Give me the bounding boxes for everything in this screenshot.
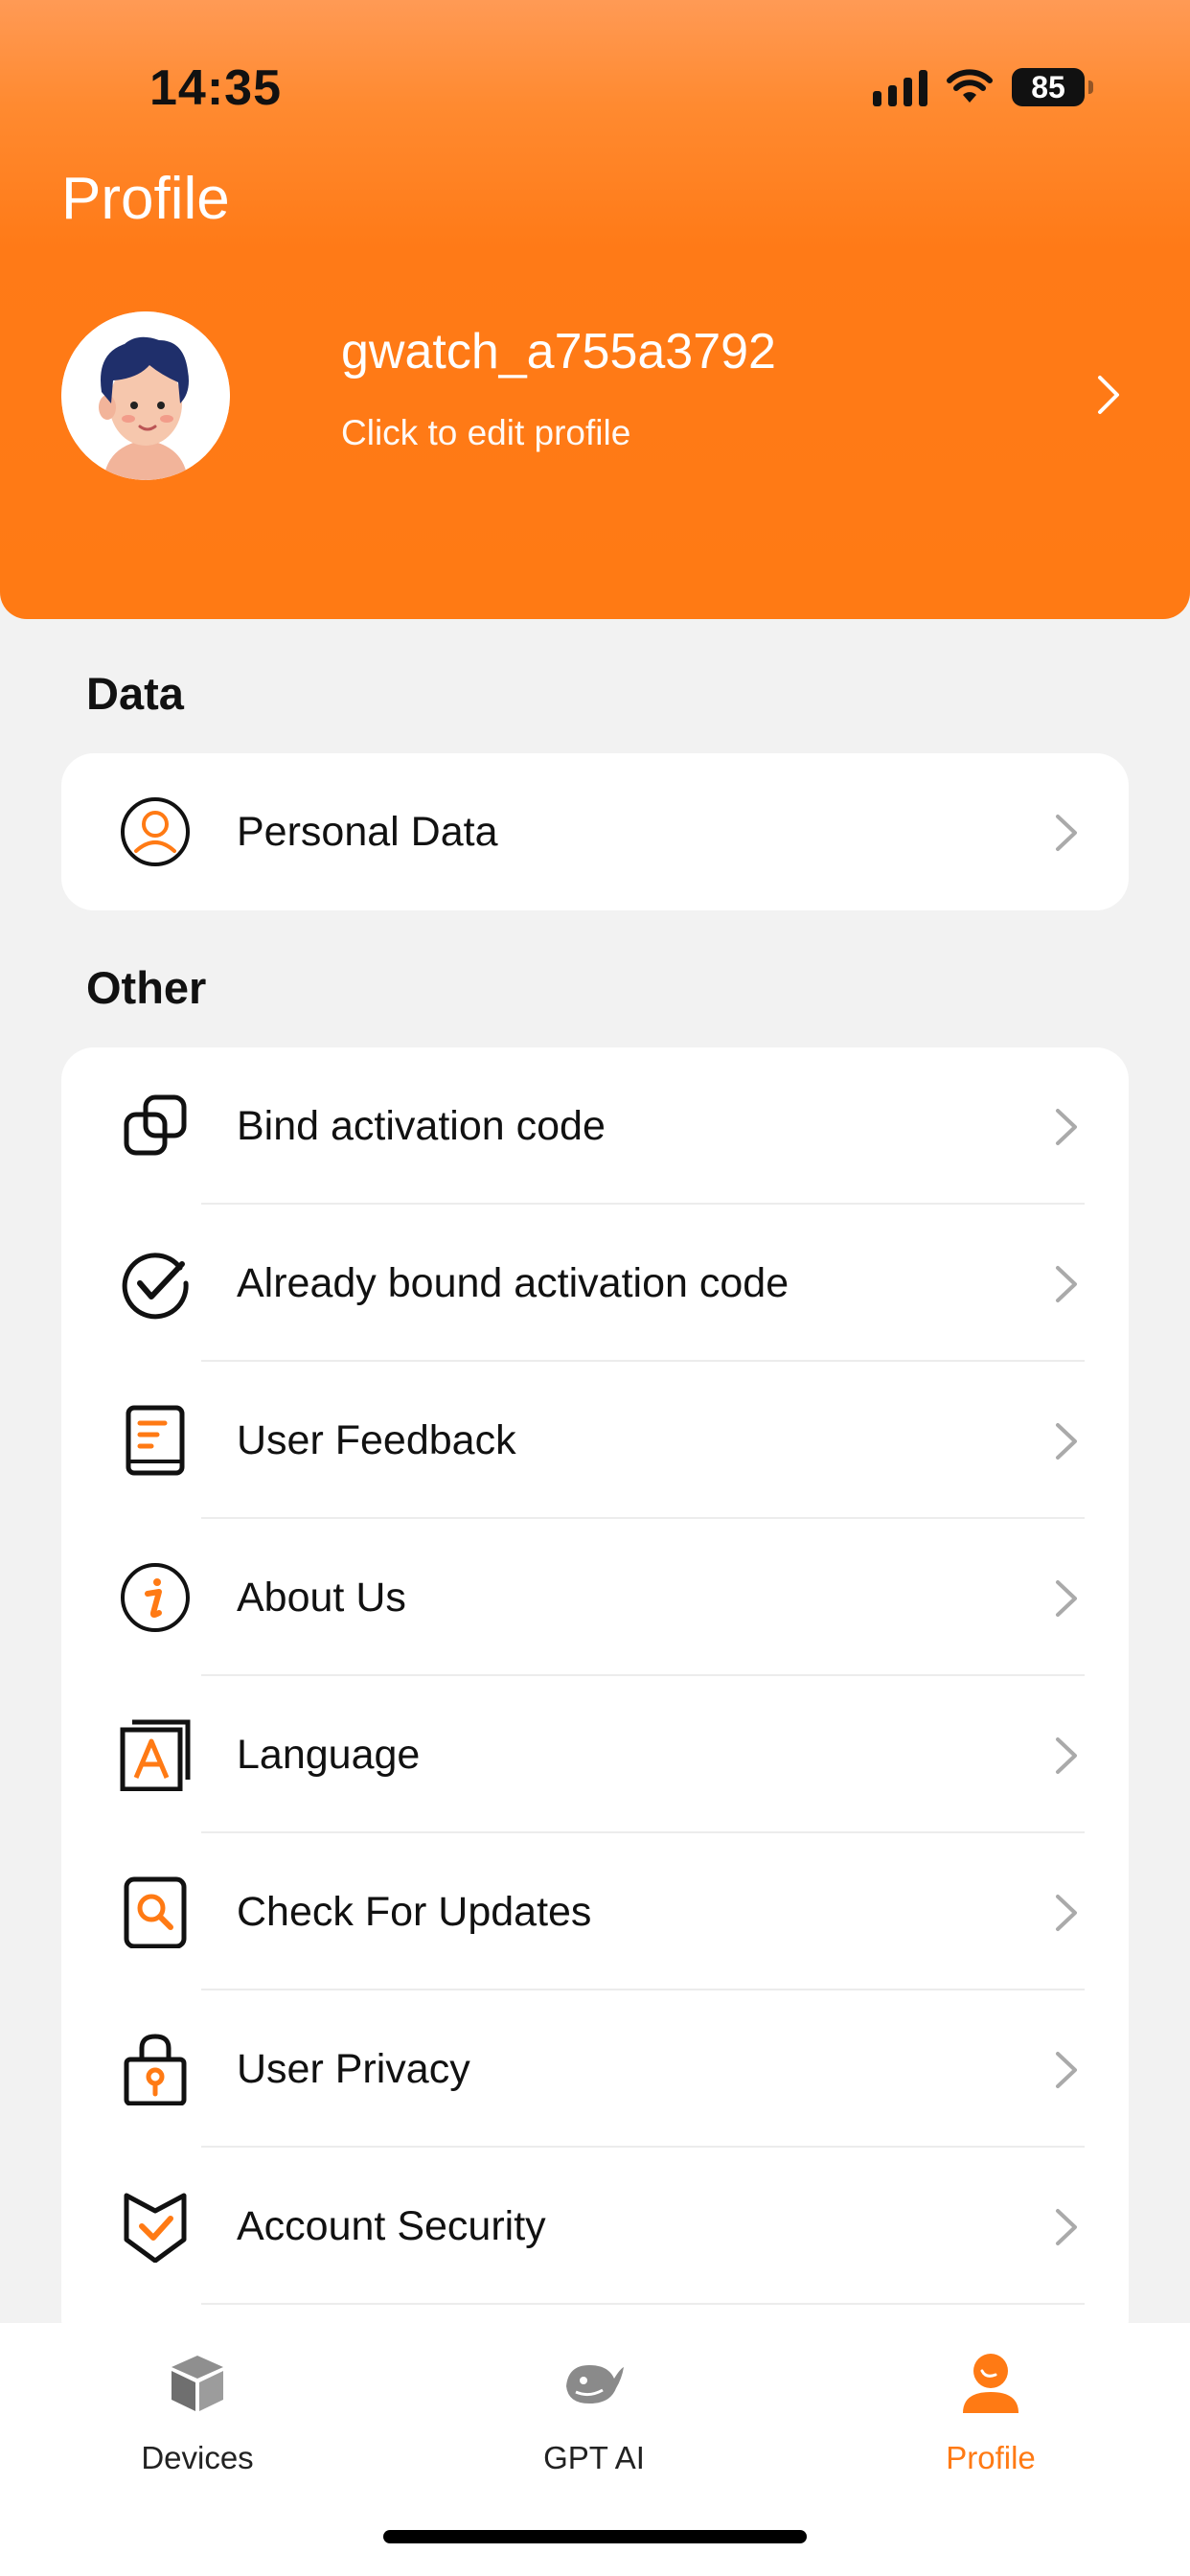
username: gwatch_a755a3792 (341, 324, 776, 380)
tab-devices[interactable]: Devices (82, 2350, 312, 2503)
chevron-right-icon (1056, 2052, 1077, 2088)
menu-item-user-privacy[interactable]: User Privacy (61, 1990, 1129, 2148)
menu-item-already-bound-activation-code[interactable]: Already bound activation code (61, 1205, 1129, 1362)
data-card: Personal Data (61, 753, 1129, 910)
tab-profile[interactable]: Profile (876, 2350, 1106, 2503)
section-title-other: Other (86, 962, 207, 1013)
menu-item-label: Personal Data (237, 808, 498, 855)
menu-item-label: Account Security (237, 2202, 546, 2249)
menu-item-label: Check For Updates (237, 1888, 592, 1935)
chevron-right-icon (1056, 1423, 1077, 1460)
menu-item-label: Language (237, 1731, 421, 1778)
person-circle-icon (121, 797, 190, 866)
profile-header: 14:35 85 Profile gwatch_a755a3792 Click … (0, 0, 1190, 619)
profile-screen: 14:35 85 Profile gwatch_a755a3792 Click … (0, 0, 1190, 2576)
search-update-icon (124, 1876, 187, 1948)
menu-item-personal-data[interactable]: Personal Data (61, 753, 1129, 910)
chevron-right-icon (1056, 1737, 1077, 1774)
chevron-right-icon (1056, 2209, 1077, 2245)
cellular-signal-icon (873, 68, 927, 106)
tab-label: GPT AI (543, 2440, 645, 2475)
feedback-document-icon (126, 1405, 185, 1476)
divider (201, 2303, 1085, 2305)
avatar[interactable] (61, 311, 230, 480)
menu-item-label: User Privacy (237, 2045, 470, 2092)
link-icon (124, 1094, 187, 1156)
chevron-right-icon (1056, 1109, 1077, 1145)
check-circle-icon (122, 1253, 189, 1320)
wifi-icon (947, 69, 993, 103)
user-icon (963, 2354, 1018, 2413)
box-icon (172, 2356, 223, 2411)
home-indicator[interactable] (383, 2530, 807, 2543)
menu-item-label: Bind activation code (237, 1102, 606, 1149)
menu-item-user-feedback[interactable]: User Feedback (61, 1362, 1129, 1519)
profile-card[interactable]: gwatch_a755a3792 Click to edit profile (61, 310, 1129, 481)
profile-text: gwatch_a755a3792 Click to edit profile (341, 324, 1129, 453)
menu-item-label: About Us (237, 1574, 406, 1621)
other-card: Bind activation code Already bound activ… (61, 1047, 1129, 2351)
avatar-cartoon-icon (61, 311, 230, 480)
menu-item-bind-activation-code[interactable]: Bind activation code (61, 1047, 1129, 1205)
chevron-right-icon (1056, 815, 1077, 851)
lock-icon (124, 2034, 187, 2105)
tab-label: Profile (946, 2440, 1036, 2475)
menu-item-about-us[interactable]: About Us (61, 1519, 1129, 1676)
info-icon (121, 1563, 190, 1632)
whale-icon (566, 2365, 624, 2404)
tab-label: Devices (141, 2440, 254, 2475)
chevron-right-icon (1056, 1580, 1077, 1617)
status-time: 14:35 (149, 60, 282, 116)
language-icon (120, 1719, 191, 1791)
battery-indicator: 85 (1012, 68, 1093, 106)
menu-item-label: Already bound activation code (237, 1259, 790, 1306)
chevron-right-icon (1056, 1895, 1077, 1931)
menu-item-label: User Feedback (237, 1416, 516, 1463)
section-title-data: Data (86, 668, 184, 719)
menu-item-check-for-updates[interactable]: Check For Updates (61, 1833, 1129, 1990)
tab-gpt-ai[interactable]: GPT AI (479, 2350, 709, 2503)
status-icons: 85 (873, 63, 1093, 111)
chevron-right-icon[interactable] (1087, 370, 1129, 420)
page-title: Profile (61, 166, 230, 232)
menu-item-language[interactable]: Language (61, 1676, 1129, 1833)
edit-profile-hint[interactable]: Click to edit profile (341, 413, 1129, 453)
battery-level: 85 (1031, 69, 1065, 104)
shield-icon (124, 2193, 187, 2263)
menu-item-account-security[interactable]: Account Security (61, 2148, 1129, 2305)
chevron-right-icon (1056, 1266, 1077, 1302)
